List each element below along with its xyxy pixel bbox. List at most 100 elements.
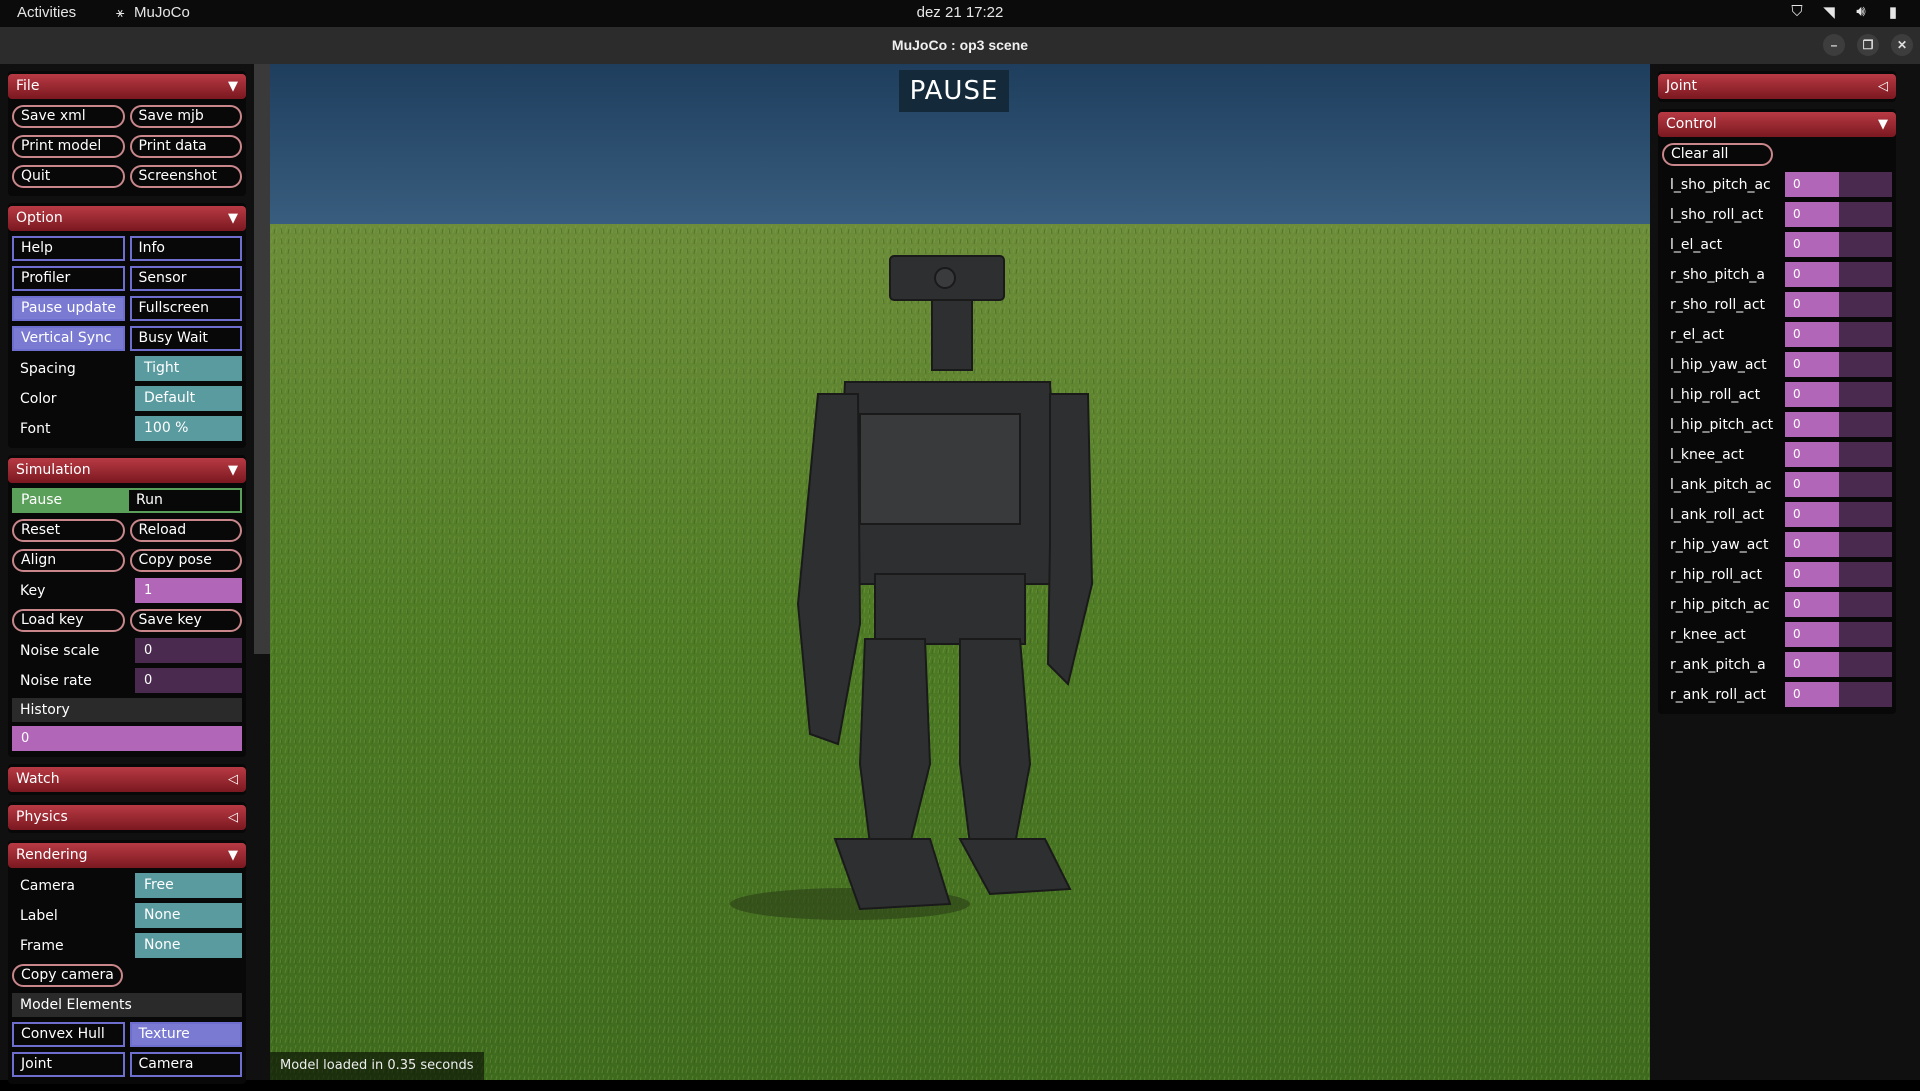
camera-toggle[interactable]: Camera bbox=[129, 1052, 242, 1077]
run-radio[interactable]: Run bbox=[127, 488, 242, 513]
option-header[interactable]: Option ▼ bbox=[8, 206, 246, 231]
actuator-label: l_el_act bbox=[1670, 236, 1723, 253]
profiler-toggle[interactable]: Profiler bbox=[12, 266, 125, 291]
collapse-down-icon: ▼ bbox=[228, 79, 238, 94]
physics-section: Physics ◁ bbox=[8, 802, 246, 833]
close-icon[interactable]: ✕ bbox=[1891, 34, 1913, 56]
actuator-value: 0 bbox=[1793, 267, 1801, 281]
copy-pose-button[interactable]: Copy pose bbox=[129, 549, 242, 572]
joint-header[interactable]: Joint ◁ bbox=[1658, 74, 1896, 99]
left-scrollbar[interactable] bbox=[254, 64, 270, 654]
collapse-down-icon: ▼ bbox=[228, 848, 238, 863]
convex-hull-toggle[interactable]: Convex Hull bbox=[12, 1022, 125, 1047]
actuator-row: r_hip_pitch_ac 0 bbox=[1662, 591, 1892, 618]
key-slider[interactable]: 1 bbox=[135, 578, 242, 603]
watch-header[interactable]: Watch ◁ bbox=[8, 767, 246, 792]
save-mjb-button[interactable]: Save mjb bbox=[129, 105, 242, 128]
maximize-icon[interactable]: ❐ bbox=[1857, 34, 1879, 56]
copy-camera-button[interactable]: Copy camera bbox=[12, 964, 123, 987]
shield-icon: ⛉ bbox=[1791, 3, 1803, 20]
reload-button[interactable]: Reload bbox=[129, 519, 242, 542]
pause-overlay: PAUSE bbox=[899, 70, 1009, 112]
actuator-slider[interactable]: 0 bbox=[1785, 622, 1892, 647]
actuator-value: 0 bbox=[1793, 237, 1801, 251]
clock[interactable]: dez 21 17:22 bbox=[0, 4, 1920, 21]
watch-header-label: Watch bbox=[16, 771, 60, 787]
system-tray[interactable]: ⛉ ◥ 🔊︎ ▮ bbox=[1788, 3, 1902, 21]
fullscreen-toggle[interactable]: Fullscreen bbox=[129, 296, 242, 321]
camera-select[interactable]: Free bbox=[135, 873, 242, 898]
physics-header[interactable]: Physics ◁ bbox=[8, 805, 246, 830]
actuator-slider[interactable]: 0 bbox=[1785, 442, 1892, 467]
actuator-slider[interactable]: 0 bbox=[1785, 412, 1892, 437]
vertical-sync-toggle[interactable]: Vertical Sync bbox=[12, 326, 125, 351]
color-select[interactable]: Default bbox=[135, 386, 242, 411]
font-select[interactable]: 100 % bbox=[135, 416, 242, 441]
actuator-row: r_ank_pitch_a 0 bbox=[1662, 651, 1892, 678]
screenshot-button[interactable]: Screenshot bbox=[129, 165, 242, 188]
color-label: Color bbox=[20, 390, 57, 407]
actuator-value: 0 bbox=[1793, 297, 1801, 311]
frame-select[interactable]: None bbox=[135, 933, 242, 958]
actuator-row: l_knee_act 0 bbox=[1662, 441, 1892, 468]
actuator-slider[interactable]: 0 bbox=[1785, 262, 1892, 287]
noise-rate-slider[interactable]: 0 bbox=[135, 668, 242, 693]
activities-button[interactable]: Activities bbox=[17, 4, 76, 21]
actuator-slider[interactable]: 0 bbox=[1785, 682, 1892, 707]
save-xml-button[interactable]: Save xml bbox=[12, 105, 125, 128]
spacing-select[interactable]: Tight bbox=[135, 356, 242, 381]
align-button[interactable]: Align bbox=[12, 549, 125, 572]
save-key-button[interactable]: Save key bbox=[129, 609, 242, 632]
quit-button[interactable]: Quit bbox=[12, 165, 125, 188]
actuator-slider[interactable]: 0 bbox=[1785, 652, 1892, 677]
actuator-slider[interactable]: 0 bbox=[1785, 562, 1892, 587]
load-key-button[interactable]: Load key bbox=[12, 609, 125, 632]
actuator-slider[interactable]: 0 bbox=[1785, 322, 1892, 347]
actuator-value: 0 bbox=[1793, 627, 1801, 641]
pause-radio[interactable]: Pause bbox=[12, 488, 127, 513]
actuator-row: l_ank_pitch_ac 0 bbox=[1662, 471, 1892, 498]
actuator-slider[interactable]: 0 bbox=[1785, 502, 1892, 527]
joint-toggle[interactable]: Joint bbox=[12, 1052, 125, 1077]
app-menu[interactable]: ⚹ MuJoCo bbox=[116, 4, 190, 21]
history-slider[interactable]: 0 bbox=[12, 726, 242, 751]
info-toggle[interactable]: Info bbox=[129, 236, 242, 261]
3d-viewport[interactable]: PAUSE Model loaded in 0.35 seconds bbox=[270, 64, 1650, 1080]
actuator-label: r_el_act bbox=[1670, 326, 1725, 343]
pause-update-toggle[interactable]: Pause update bbox=[12, 296, 125, 321]
busy-wait-toggle[interactable]: Busy Wait bbox=[129, 326, 242, 351]
rendering-header[interactable]: Rendering ▼ bbox=[8, 843, 246, 868]
noise-rate-label: Noise rate bbox=[20, 672, 92, 689]
minimize-icon[interactable]: – bbox=[1823, 34, 1845, 56]
actuator-slider[interactable]: 0 bbox=[1785, 172, 1892, 197]
actuator-slider[interactable]: 0 bbox=[1785, 292, 1892, 317]
actuator-slider[interactable]: 0 bbox=[1785, 532, 1892, 557]
actuator-slider[interactable]: 0 bbox=[1785, 232, 1892, 257]
right-ui-sections: Joint ◁ Control ▼ Clear all l_sho_pitch_ac… bbox=[1658, 71, 1896, 721]
file-header[interactable]: File ▼ bbox=[8, 74, 246, 99]
reset-button[interactable]: Reset bbox=[12, 519, 125, 542]
collapse-left-icon: ◁ bbox=[228, 810, 238, 825]
system-top-bar: Activities ⚹ MuJoCo dez 21 17:22 ⛉ ◥ 🔊︎ ▮ bbox=[0, 0, 1920, 27]
clear-all-button[interactable]: Clear all bbox=[1662, 143, 1773, 166]
print-data-button[interactable]: Print data bbox=[129, 135, 242, 158]
actuator-row: l_hip_pitch_act 0 bbox=[1662, 411, 1892, 438]
sensor-toggle[interactable]: Sensor bbox=[129, 266, 242, 291]
control-section: Control ▼ Clear all l_sho_pitch_ac 0 l_sho_… bbox=[1658, 109, 1896, 714]
label-select[interactable]: None bbox=[135, 903, 242, 928]
print-model-button[interactable]: Print model bbox=[12, 135, 125, 158]
actuator-row: l_sho_roll_act 0 bbox=[1662, 201, 1892, 228]
texture-toggle[interactable]: Texture bbox=[129, 1022, 242, 1047]
actuator-slider[interactable]: 0 bbox=[1785, 472, 1892, 497]
actuator-slider[interactable]: 0 bbox=[1785, 352, 1892, 377]
simulation-header[interactable]: Simulation ▼ bbox=[8, 458, 246, 483]
window-title-bar: MuJoCo : op3 scene – ❐ ✕ bbox=[0, 27, 1920, 64]
actuator-slider[interactable]: 0 bbox=[1785, 202, 1892, 227]
actuator-value: 0 bbox=[1793, 357, 1801, 371]
control-header[interactable]: Control ▼ bbox=[1658, 112, 1896, 137]
help-toggle[interactable]: Help bbox=[12, 236, 125, 261]
scene-render[interactable] bbox=[270, 64, 1650, 1080]
actuator-slider[interactable]: 0 bbox=[1785, 382, 1892, 407]
noise-scale-slider[interactable]: 0 bbox=[135, 638, 242, 663]
actuator-slider[interactable]: 0 bbox=[1785, 592, 1892, 617]
